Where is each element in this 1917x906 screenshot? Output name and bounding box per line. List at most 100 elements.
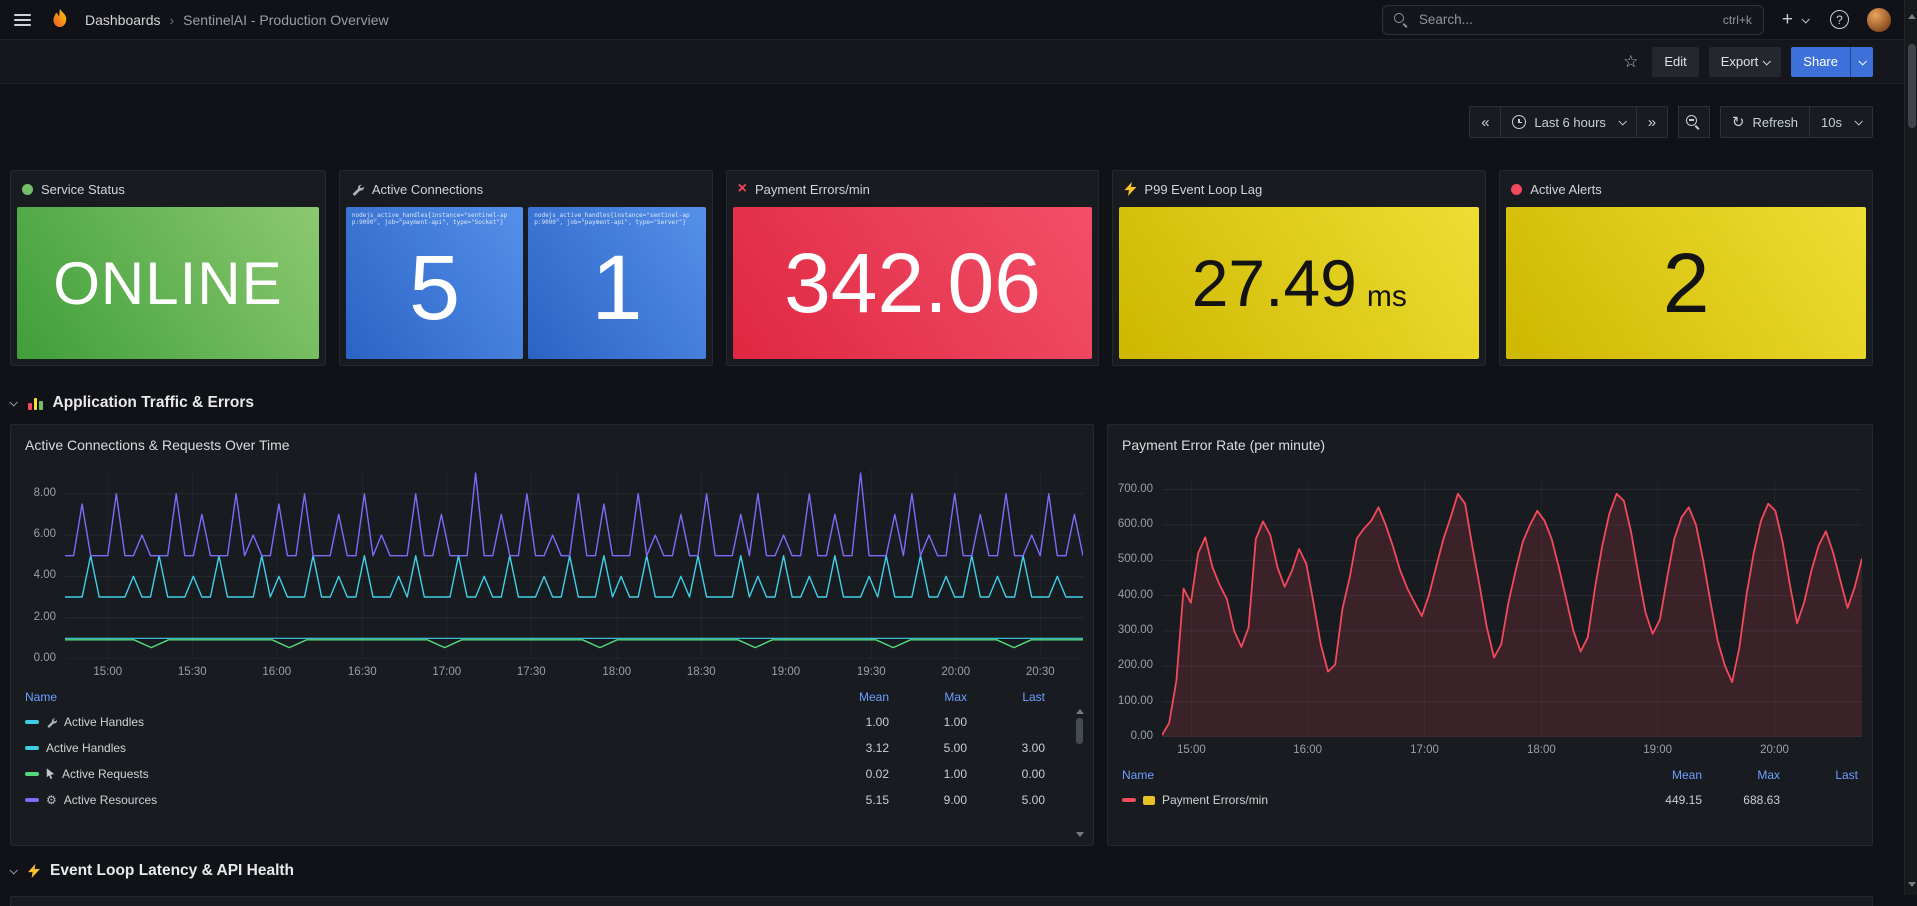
search-box[interactable]: ctrl+k — [1382, 5, 1764, 35]
error-x-icon: × — [738, 181, 747, 197]
stat-body: 27.49 ms — [1119, 207, 1479, 359]
search-input[interactable] — [1417, 11, 1714, 28]
legend-column-last[interactable]: Last — [967, 690, 1045, 704]
panel-header[interactable]: P99 Event Loop Lag — [1113, 171, 1485, 207]
grafana-logo[interactable] — [47, 7, 73, 33]
chevron-down-icon — [1854, 117, 1862, 125]
legend-row[interactable]: Active Requests0.021.000.00 — [25, 761, 1045, 787]
x-axis-tick-label: 15:30 — [178, 666, 207, 678]
service-status-value: ONLINE — [53, 249, 282, 318]
x-axis-tick-label: 16:00 — [1293, 744, 1322, 756]
legend-row[interactable]: Active Handles1.001.00 — [25, 709, 1045, 735]
chart-area: 0.002.004.006.008.00 15:0015:3016:0016:3… — [11, 469, 1093, 684]
legend: NameMeanMaxLastActive Handles1.001.00Act… — [11, 684, 1093, 813]
x-axis-tick-label: 19:30 — [857, 666, 886, 678]
scroll-down-icon[interactable] — [1076, 832, 1084, 837]
window-scrollbar[interactable] — [1904, 0, 1917, 895]
legend-scrollbar[interactable] — [1075, 709, 1084, 837]
x-axis-tick-label: 18:30 — [687, 666, 716, 678]
zoom-out-button[interactable] — [1678, 106, 1710, 138]
legend-column-name[interactable]: Name — [25, 690, 811, 704]
scrollbar-thumb[interactable] — [1908, 44, 1916, 128]
legend-column-mean[interactable]: Mean — [1624, 768, 1702, 782]
breadcrumb-dashboards[interactable]: Dashboards — [85, 12, 161, 28]
share-button[interactable]: Share — [1791, 47, 1850, 77]
legend-column-name[interactable]: Name — [1122, 768, 1624, 782]
panel-service-status: Service Status ONLINE — [10, 170, 326, 366]
panel-title: Service Status — [41, 182, 125, 197]
panel-header[interactable]: Service Status — [11, 171, 325, 207]
export-button[interactable]: Export — [1709, 47, 1782, 77]
scroll-up-icon[interactable] — [1908, 14, 1916, 19]
panel-header[interactable]: Active Alerts — [1500, 171, 1872, 207]
star-button[interactable]: ☆ — [1619, 48, 1642, 76]
add-new-button[interactable]: + — [1778, 6, 1812, 33]
legend-column-mean[interactable]: Mean — [811, 690, 889, 704]
refresh-group: ↻ Refresh 10s — [1720, 106, 1873, 138]
stat-cell-server: nodejs_active_handles{instance="sentinel… — [528, 207, 705, 359]
clock-icon — [1512, 115, 1526, 129]
time-range-label: Last 6 hours — [1534, 115, 1606, 130]
legend-row[interactable]: Payment Errors/min449.15688.63 — [1122, 787, 1858, 813]
card-icon — [1143, 796, 1155, 805]
stat-body: 342.06 — [733, 207, 1093, 359]
help-button[interactable]: ? — [1826, 6, 1853, 33]
series-max: 9.00 — [889, 793, 967, 807]
menu-toggle-button[interactable] — [10, 7, 35, 33]
panel-header[interactable]: Active Connections — [340, 171, 712, 207]
y-axis-tick-label: 8.00 — [34, 487, 56, 499]
gear-icon: ⚙ — [46, 794, 57, 806]
legend-header: NameMeanMaxLast — [25, 688, 1045, 709]
payment-errors-value: 342.06 — [784, 235, 1041, 332]
refresh-interval-label: 10s — [1821, 115, 1842, 130]
x-axis-tick-label: 19:00 — [771, 666, 800, 678]
scrollbar-thumb[interactable] — [1076, 718, 1083, 744]
time-range-picker[interactable]: Last 6 hours — [1500, 106, 1637, 138]
x-axis-tick-label: 18:00 — [602, 666, 631, 678]
scroll-down-icon[interactable] — [1908, 882, 1916, 887]
legend-row[interactable]: ⚙Active Resources5.159.005.00 — [25, 787, 1045, 813]
series-last: 3.00 — [967, 741, 1045, 755]
legend-column-max[interactable]: Max — [1702, 768, 1780, 782]
legend-column-last[interactable]: Last — [1780, 768, 1858, 782]
plot-area[interactable] — [65, 469, 1083, 659]
stat-body: 2 — [1506, 207, 1866, 359]
refresh-interval-picker[interactable]: 10s — [1809, 106, 1873, 138]
x-axis-tick-label: 17:00 — [1410, 744, 1439, 756]
legend-header: NameMeanMaxLast — [1122, 766, 1858, 787]
stat-panels-row: Service Status ONLINE Active Connections… — [10, 170, 1873, 366]
series-name: Active Handles — [64, 715, 144, 729]
time-shift-back-button[interactable]: « — [1469, 106, 1501, 138]
panel-header[interactable]: × Payment Errors/min — [727, 171, 1099, 207]
row-event-loop-latency[interactable]: Event Loop Latency & API Health — [10, 858, 1873, 884]
y-axis-tick-label: 0.00 — [34, 652, 56, 664]
panel-title[interactable]: Payment Error Rate (per minute) — [1108, 425, 1872, 455]
charts-row: Active Connections & Requests Over Time … — [10, 424, 1873, 846]
series-last: 5.00 — [967, 793, 1045, 807]
time-controls: « Last 6 hours » ↻ Refresh 10s — [10, 106, 1873, 138]
y-axis-tick-label: 700.00 — [1118, 483, 1153, 495]
edit-button[interactable]: Edit — [1652, 47, 1698, 77]
scroll-up-icon[interactable] — [1076, 709, 1084, 714]
legend-series: ⚙ Active Resources — [25, 793, 811, 807]
x-axis-tick-label: 15:00 — [1177, 744, 1206, 756]
panel-title[interactable]: Active Connections & Requests Over Time — [11, 425, 1093, 455]
user-avatar[interactable] — [1867, 8, 1891, 32]
series-name: Active Resources — [64, 793, 157, 807]
share-menu-button[interactable] — [1850, 47, 1873, 77]
row-application-traffic[interactable]: Application Traffic & Errors — [10, 390, 1873, 416]
timeseries-svg — [1162, 479, 1862, 737]
plot-area[interactable] — [1162, 479, 1862, 737]
legend-column-max[interactable]: Max — [889, 690, 967, 704]
refresh-button[interactable]: ↻ Refresh — [1720, 106, 1810, 138]
legend-series: Active Requests — [25, 767, 811, 781]
breadcrumb-current: SentinelAI - Production Overview — [183, 12, 388, 28]
time-shift-forward-button[interactable]: » — [1636, 106, 1668, 138]
grafana-app: Dashboards › SentinelAI - Production Ove… — [0, 0, 1917, 906]
series-color-swatch — [25, 798, 39, 802]
panel-event-loop-lag: P99 Event Loop Lag 27.49 ms — [1112, 170, 1486, 366]
next-row-panel-edge — [10, 896, 1873, 906]
legend-series: Payment Errors/min — [1122, 793, 1624, 807]
panel-active-alerts: Active Alerts 2 — [1499, 170, 1873, 366]
legend-row[interactable]: Active Handles3.125.003.00 — [25, 735, 1045, 761]
